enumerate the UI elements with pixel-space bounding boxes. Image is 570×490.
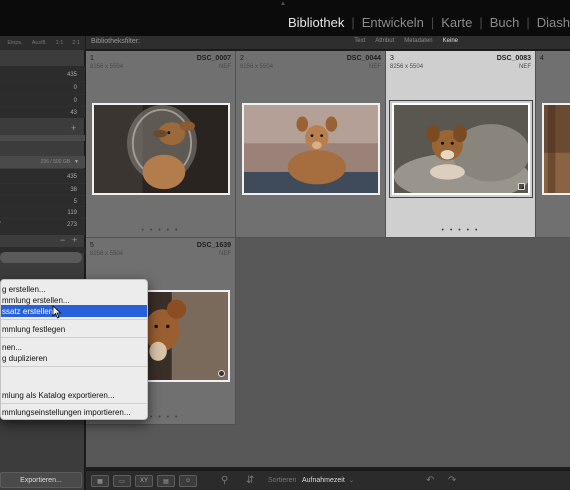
catalog-count[interactable]: 0 — [0, 81, 85, 94]
edit-badge-icon — [518, 183, 525, 190]
cell-index: 4 — [540, 55, 544, 62]
add-collection-icon[interactable]: + — [72, 235, 77, 245]
filter-attribute[interactable]: Attribut — [372, 38, 397, 44]
module-entwickeln[interactable]: Entwickeln — [362, 15, 424, 30]
folder-count[interactable]: 435 — [0, 170, 85, 183]
folder-search[interactable] — [0, 135, 85, 141]
dog-with-cone-photo — [94, 105, 228, 193]
menu-separator — [1, 403, 147, 404]
sort-label: Sortieren — [268, 477, 297, 484]
menu-item[interactable]: mmlung festlegen — [1, 323, 147, 335]
cell-extension: NEF — [219, 251, 231, 257]
collection-filter-input[interactable] — [0, 252, 82, 263]
cell-index: 1 — [90, 55, 94, 62]
cell-dimensions: 8256 x 5504 — [90, 251, 124, 257]
left-panel: Einps. Ausfll. 1:1 2:1 435 0 0 43 + 236 … — [0, 36, 85, 490]
cell-dimensions: 8256 x 5504 — [90, 64, 124, 70]
zoom-2-1[interactable]: 2:1 — [72, 40, 80, 46]
filter-text[interactable]: Text — [351, 38, 368, 44]
cell-index: 3 — [390, 55, 394, 62]
cell-extension: NEF — [519, 64, 531, 70]
sort-dropdown[interactable]: Aufnahmezeit — [302, 477, 345, 484]
module-separator: | — [351, 14, 355, 30]
compare-view-icon[interactable]: XY — [135, 475, 153, 487]
survey-view-icon[interactable]: ▤ — [157, 475, 175, 487]
photo-thumbnail[interactable] — [389, 100, 533, 198]
menu-separator — [1, 337, 147, 338]
cell-filename: DSC_0044 — [346, 55, 381, 62]
zoom-fit[interactable]: Einps. — [7, 40, 22, 46]
grid-view-icon[interactable]: ▦ — [91, 475, 109, 487]
library-filter-bar: Bibliotheksfilter: Text Attribut Metadat… — [86, 36, 570, 50]
loupe-view-icon[interactable]: ▭ — [113, 475, 131, 487]
dog-in-blanket-photo — [394, 105, 528, 193]
bottom-toolbar: ▦ ▭ XY ▤ ☺ ⚲ ⇵ Sortieren Aufnahmezeit ⌄ … — [86, 470, 570, 490]
rotate-left-icon[interactable]: ↶ — [426, 475, 434, 486]
module-buch[interactable]: Buch — [490, 15, 520, 30]
cell-filename: DSC_1639 — [196, 242, 231, 249]
filter-metadata[interactable]: Metadaten — [401, 38, 435, 44]
cell-extension: NEF — [369, 64, 381, 70]
zoom-1-1[interactable]: 1:1 — [56, 40, 64, 46]
folder-icon: ▫ — [0, 220, 2, 226]
remove-collection-icon[interactable]: − — [60, 235, 65, 245]
grid-cell[interactable]: 1 DSC_0007 8256 x 5504 NEF • • • • • — [86, 51, 236, 238]
rotate-right-icon[interactable]: ↷ — [448, 475, 456, 486]
folder-count[interactable]: 273 — [0, 218, 85, 231]
menu-item[interactable]: mmlungseinstellungen importieren... — [1, 406, 147, 418]
cell-dimensions: 8256 x 5504 — [240, 64, 274, 70]
cell-rating-dots[interactable]: • • • • • — [86, 227, 235, 234]
add-folder-icon[interactable]: + — [71, 123, 76, 133]
sort-direction-icon[interactable]: ⇵ — [246, 475, 254, 486]
grid-cell-selected[interactable]: 3 DSC_0083 8256 x 5504 NEF • • • • • — [386, 51, 536, 238]
module-picker: Bibliothek | Entwickeln | Karte | Buch |… — [288, 12, 570, 32]
module-diashow[interactable]: Diash — [537, 15, 570, 30]
people-view-icon[interactable]: ☺ — [179, 475, 197, 487]
cell-index: 5 — [90, 242, 94, 249]
library-filter-label: Bibliotheksfilter: — [91, 38, 141, 45]
photo-grid: 1 DSC_0007 8256 x 5504 NEF • • • • • 2 D… — [86, 51, 570, 467]
cell-dimensions: 8256 x 5504 — [390, 64, 424, 70]
zoom-fill[interactable]: Ausfll. — [32, 40, 47, 46]
collapse-arrow-icon[interactable]: ▲ — [280, 1, 286, 7]
filter-none[interactable]: Keine — [440, 38, 461, 44]
module-bar: ▲ Bibliothek | Entwickeln | Karte | Buch… — [0, 0, 570, 36]
library-filter-options: Text Attribut Metadaten Keine — [351, 38, 461, 44]
menu-item-highlighted[interactable]: ssatz erstellen... — [1, 305, 147, 317]
cell-filename: DSC_0083 — [496, 55, 531, 62]
storage-label: 236 / 500 GB — [40, 159, 71, 165]
menu-item[interactable]: g duplizieren — [1, 352, 147, 364]
photo-thumbnail[interactable] — [92, 103, 230, 195]
cell-index: 2 — [240, 55, 244, 62]
sort-dropdown-arrow-icon[interactable]: ⌄ — [349, 477, 354, 484]
grid-cell[interactable]: 4 — [536, 51, 570, 238]
catalog-count[interactable]: 435 — [0, 68, 85, 81]
dog-on-blanket-photo — [244, 105, 378, 193]
photo-thumbnail[interactable] — [542, 103, 570, 195]
navigator-zoom-controls: Einps. Ausfll. 1:1 2:1 — [0, 36, 85, 50]
grid-cell[interactable]: 2 DSC_0044 8256 x 5504 NEF — [236, 51, 386, 238]
badge-icon — [218, 370, 225, 377]
partial-photo — [544, 105, 570, 193]
module-separator: | — [430, 14, 435, 30]
context-menu: g erstellen... mmlung erstellen... ssatz… — [0, 279, 148, 420]
export-button[interactable]: Exportieren... — [0, 472, 82, 488]
photo-thumbnail[interactable] — [242, 103, 380, 195]
module-separator: | — [479, 14, 483, 30]
cell-filename: DSC_0007 — [196, 55, 231, 62]
menu-separator — [1, 366, 147, 367]
catalog-count[interactable]: 43 — [0, 106, 85, 119]
module-bibliothek[interactable]: Bibliothek — [288, 15, 344, 30]
cell-extension: NEF — [219, 64, 231, 70]
pointer-cursor-icon — [52, 305, 62, 319]
menu-item[interactable]: mlung als Katalog exportieren... — [1, 389, 147, 401]
cell-rating-dots[interactable]: • • • • • — [386, 227, 535, 234]
volume-storage[interactable]: 236 / 500 GB ▼ — [0, 156, 85, 168]
module-karte[interactable]: Karte — [441, 15, 472, 30]
disclosure-triangle-icon[interactable]: ▼ — [74, 159, 79, 165]
menu-separator — [1, 319, 147, 320]
painter-icon[interactable]: ⚲ — [221, 475, 228, 486]
module-separator: | — [526, 14, 530, 30]
